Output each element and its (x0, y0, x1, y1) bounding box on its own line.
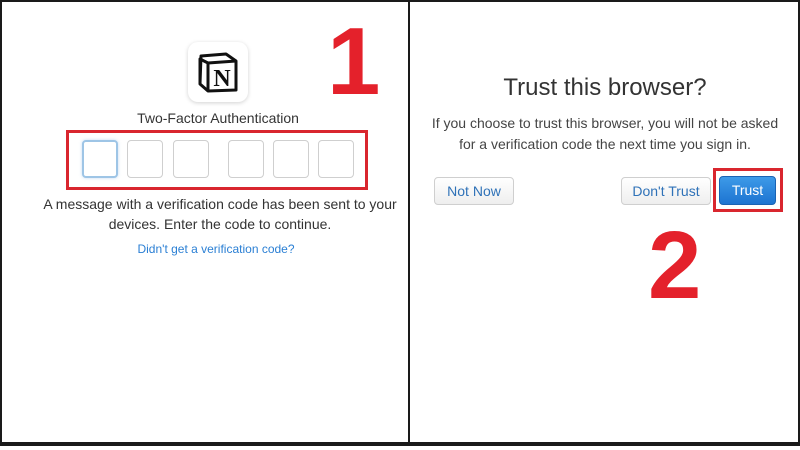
step-2-marker: 2 (648, 212, 702, 319)
not-now-button[interactable]: Not Now (434, 177, 514, 205)
trust-browser-description: If you choose to trust this browser, you… (431, 115, 779, 152)
dont-trust-button[interactable]: Don't Trust (621, 177, 711, 205)
otp-digit-4[interactable] (228, 140, 264, 178)
trust-browser-panel (408, 0, 800, 446)
otp-digit-1[interactable] (82, 140, 118, 178)
otp-digit-6[interactable] (318, 140, 354, 178)
verification-message: A message with a verification code has b… (43, 196, 397, 232)
otp-digit-5[interactable] (273, 140, 309, 178)
notion-logo-letter: N (213, 66, 231, 92)
step-1-marker: 1 (327, 8, 381, 115)
trust-browser-title: Trust this browser? (503, 74, 707, 101)
notion-logo-icon: N (188, 42, 248, 102)
otp-digit-2[interactable] (127, 140, 163, 178)
trust-button[interactable]: Trust (719, 176, 776, 205)
resend-code-link[interactable]: Didn't get a verification code? (0, 242, 432, 256)
otp-digit-3[interactable] (173, 140, 209, 178)
